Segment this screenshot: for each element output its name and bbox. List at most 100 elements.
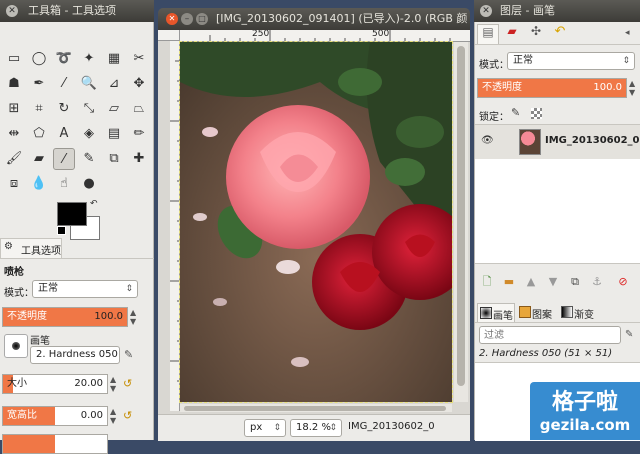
zoom-value: 18.2 % (296, 422, 331, 433)
crop-icon[interactable]: ⌗ (28, 98, 50, 120)
new-layer-group-icon[interactable]: ▬ (501, 274, 517, 290)
paths-icon[interactable]: ✒ (28, 73, 50, 95)
rotate-icon[interactable]: ↻ (53, 98, 75, 120)
lower-layer-icon[interactable]: ▼ (545, 274, 561, 290)
tab-tool-options[interactable]: ⚙ 工具选项 (0, 238, 62, 258)
edit-brush-icon[interactable]: ✎ (124, 348, 133, 361)
foreground-select-icon[interactable]: ☗ (3, 73, 25, 95)
lasso-icon[interactable]: ➰ (53, 48, 75, 70)
opacity-stepper[interactable]: ▲ ▼ (130, 308, 136, 326)
layer-name: IMG_20130602_09140 (545, 135, 640, 146)
aspect-stepper[interactable]: ▲ ▼ (110, 407, 116, 425)
duplicate-layer-icon[interactable]: ⧉ (567, 274, 583, 290)
chain-toggle[interactable] (499, 131, 513, 153)
bucket-fill-icon[interactable]: ◈ (78, 123, 100, 145)
tab-undo[interactable]: ↶ (549, 24, 571, 44)
cage-icon[interactable]: ⬠ (28, 123, 50, 145)
dodge-burn-icon[interactable]: ● (78, 173, 100, 195)
toolbox-panel: ▭ ◯ ➰ ✦ ▦ ✂ ☗ ✒ ⁄ 🔍 ⊿ ✥ ⊞ ⌗ ↻ ⤡ ▱ ⏢ ⇹ ⬠ A ◈ ▤ ✏ 🖌 ▰ ⁄ ✎ ⧉ ✚ ⧈ 💧 ☝ ● ↶ ⚙ 工… (0, 22, 154, 454)
status-text: IMG_20130602_0 (348, 421, 435, 432)
magic-wand-icon[interactable]: ✦ (78, 48, 100, 70)
tab-paths[interactable]: ✣ (525, 24, 547, 44)
zoom-icon[interactable]: 🔍 (78, 73, 100, 95)
delete-layer-icon[interactable]: ⊘ (615, 274, 631, 290)
tab-patterns[interactable]: 图案 (517, 303, 557, 322)
close-icon[interactable]: ✕ (6, 5, 18, 17)
brush-field[interactable]: 2. Hardness 050 (30, 346, 120, 364)
toolbox-titlebar: ✕ 工具箱 - 工具选项 (0, 0, 154, 22)
heal-icon[interactable]: ✚ (128, 148, 150, 170)
pencil-icon[interactable]: ✏ (128, 123, 150, 145)
scissors-icon[interactable]: ✂ (128, 48, 150, 70)
align-icon[interactable]: ⊞ (3, 98, 25, 120)
size-stepper[interactable]: ▲ ▼ (110, 375, 116, 393)
smudge-icon[interactable]: ☝ (53, 173, 75, 195)
aspect-label: 宽高比 (7, 410, 37, 421)
color-picker-icon[interactable]: ⁄ (53, 73, 75, 95)
close-window-icon[interactable]: ✕ (166, 13, 178, 25)
visibility-eye-icon[interactable]: 👁 (481, 135, 494, 146)
layer-mode-select[interactable]: 正常 ⇕ (507, 52, 635, 70)
layer-row[interactable]: 👁 IMG_20130602_09140 (475, 125, 640, 159)
vertical-scrollbar[interactable] (454, 42, 468, 402)
ink-icon[interactable]: ✎ (78, 148, 100, 170)
filter-menu-icon[interactable]: ✎ (625, 329, 633, 340)
layer-opacity-label: 不透明度 (482, 82, 522, 93)
color-select-icon[interactable]: ▦ (103, 48, 125, 70)
ruler-corner[interactable] (158, 30, 180, 41)
tab-gradients[interactable]: 渐变 (559, 303, 599, 322)
tab-layers[interactable]: ▤ (477, 24, 499, 44)
unit-select[interactable]: px ⇕ (244, 419, 286, 437)
rect-select-icon[interactable]: ▭ (3, 48, 25, 70)
horizontal-scrollbar[interactable] (180, 404, 452, 412)
anchor-layer-icon[interactable]: ⚓ (589, 274, 605, 290)
lock-pixels-icon[interactable]: ✎ (511, 106, 520, 119)
gradient-tab-icon (561, 306, 573, 318)
aspect-slider[interactable]: 宽高比 0.00 (2, 406, 108, 426)
opacity-slider[interactable]: 不透明度 100.0 (2, 307, 128, 327)
size-slider[interactable]: 大小 20.00 (2, 374, 108, 394)
shear-icon[interactable]: ▱ (103, 98, 125, 120)
brush-preview-button[interactable] (4, 334, 28, 358)
watermark-cn: 格子啦 (551, 390, 618, 415)
layer-opacity-slider[interactable]: 不透明度 100.0 (477, 78, 627, 98)
horizontal-scrollbar-thumb[interactable] (184, 406, 446, 411)
close-layers-icon[interactable]: ✕ (480, 5, 492, 17)
raise-layer-icon[interactable]: ▲ (523, 274, 539, 290)
tab-brushes[interactable]: 画笔 (477, 303, 515, 322)
perspective-clone-icon[interactable]: ⧈ (3, 173, 25, 195)
move-icon[interactable]: ✥ (128, 73, 150, 95)
reset-size-icon[interactable]: ↺ (123, 377, 137, 391)
image-canvas[interactable] (179, 41, 453, 403)
foreground-color-swatch[interactable] (57, 202, 87, 226)
airbrush-icon[interactable]: ⁄ (53, 148, 75, 170)
text-icon[interactable]: A (53, 123, 75, 145)
swap-colors-icon[interactable]: ↶ (90, 199, 98, 209)
blur-icon[interactable]: 💧 (28, 173, 50, 195)
clone-icon[interactable]: ⧉ (103, 148, 125, 170)
perspective-icon[interactable]: ⏢ (128, 98, 150, 120)
tool-grid: ▭ ◯ ➰ ✦ ▦ ✂ ☗ ✒ ⁄ 🔍 ⊿ ✥ ⊞ ⌗ ↻ ⤡ ▱ ⏢ ⇹ ⬠ A ◈ ▤ ✏ 🖌 ▰ ⁄ ✎ ⧉ ✚ ⧈ 💧 ☝ ● (0, 22, 154, 191)
tab-channels[interactable]: ▰ (501, 24, 523, 44)
minimize-window-icon[interactable]: – (181, 13, 193, 25)
brush-filter-input[interactable] (479, 326, 621, 344)
maximize-window-icon[interactable]: □ (196, 13, 208, 25)
flip-icon[interactable]: ⇹ (3, 123, 25, 145)
scale-icon[interactable]: ⤡ (78, 98, 100, 120)
layer-opacity-stepper[interactable]: ▲ ▼ (629, 79, 635, 97)
blend-icon[interactable]: ▤ (103, 123, 125, 145)
angle-slider[interactable] (2, 434, 108, 454)
zoom-select[interactable]: 18.2 % ⇕ (290, 419, 342, 437)
lock-alpha-icon[interactable] (531, 108, 542, 119)
mode-select[interactable]: 正常 ⇕ (32, 280, 138, 298)
default-colors-icon[interactable] (57, 226, 66, 235)
tab-menu-icon[interactable]: ◂ (625, 28, 630, 38)
vertical-scrollbar-thumb[interactable] (457, 46, 465, 386)
measure-icon[interactable]: ⊿ (103, 73, 125, 95)
reset-aspect-icon[interactable]: ↺ (123, 409, 137, 423)
new-layer-icon[interactable]: 🗋 (479, 274, 495, 290)
tab-brushes-label: 画笔 (493, 311, 513, 322)
eraser-icon[interactable]: ▰ (28, 148, 50, 170)
ellipse-select-icon[interactable]: ◯ (28, 48, 50, 70)
paintbrush-icon[interactable]: 🖌 (3, 148, 25, 170)
